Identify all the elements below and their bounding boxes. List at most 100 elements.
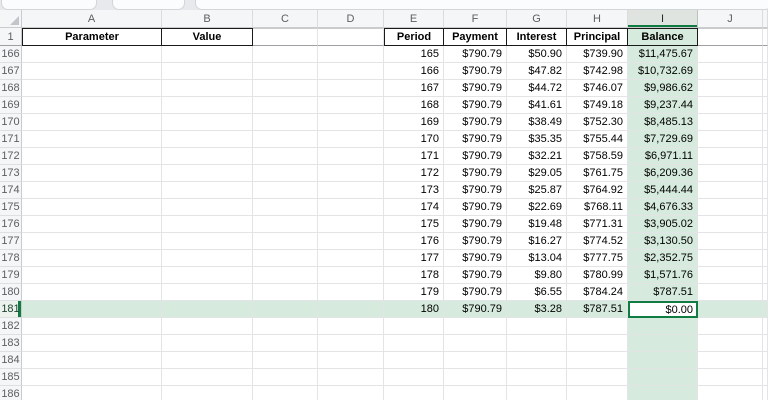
cell-J170[interactable] — [698, 114, 763, 131]
cell-C179[interactable] — [253, 267, 318, 284]
cell-F183[interactable] — [444, 335, 507, 352]
cell-I184[interactable] — [628, 352, 698, 369]
cell-H175[interactable]: $768.11 — [567, 199, 628, 216]
cell-I174[interactable]: $5,444.44 — [628, 182, 698, 199]
cell-H168[interactable]: $746.07 — [567, 80, 628, 97]
cell-I180[interactable]: $787.51 — [628, 284, 698, 301]
row-header-169[interactable]: 169 — [0, 97, 22, 114]
cell-H179[interactable]: $780.99 — [567, 267, 628, 284]
row-header-183[interactable]: 183 — [0, 335, 22, 352]
cell-E179[interactable]: 178 — [384, 267, 444, 284]
row-header-173[interactable]: 173 — [0, 165, 22, 182]
cell-D170[interactable] — [318, 114, 384, 131]
cell-H1[interactable]: Principal — [567, 28, 628, 46]
cell-F1[interactable]: Payment — [444, 28, 507, 46]
cell-D186[interactable] — [318, 386, 384, 400]
cell-A178[interactable] — [22, 250, 162, 267]
cell-K173[interactable] — [763, 165, 768, 182]
row-header-168[interactable]: 168 — [0, 80, 22, 97]
cell-I177[interactable]: $3,130.50 — [628, 233, 698, 250]
cell-E177[interactable]: 176 — [384, 233, 444, 250]
cell-A173[interactable] — [22, 165, 162, 182]
cell-A180[interactable] — [22, 284, 162, 301]
cell-D185[interactable] — [318, 369, 384, 386]
cell-K174[interactable] — [763, 182, 768, 199]
cell-D167[interactable] — [318, 63, 384, 80]
cell-F169[interactable]: $790.79 — [444, 97, 507, 114]
cell-F173[interactable]: $790.79 — [444, 165, 507, 182]
cell-I185[interactable] — [628, 369, 698, 386]
cell-G172[interactable]: $32.21 — [507, 148, 567, 165]
cell-D172[interactable] — [318, 148, 384, 165]
cell-D174[interactable] — [318, 182, 384, 199]
column-header-D[interactable]: D — [318, 10, 384, 28]
cell-I182[interactable] — [628, 318, 698, 335]
column-header-B[interactable]: B — [162, 10, 253, 28]
cell-A168[interactable] — [22, 80, 162, 97]
cell-H176[interactable]: $771.31 — [567, 216, 628, 233]
cell-G185[interactable] — [507, 369, 567, 386]
cell-A172[interactable] — [22, 148, 162, 165]
cell-K167[interactable] — [763, 63, 768, 80]
cell-H169[interactable]: $749.18 — [567, 97, 628, 114]
row-header-181[interactable]: 181 — [0, 301, 22, 318]
cell-B168[interactable] — [162, 80, 253, 97]
cell-A179[interactable] — [22, 267, 162, 284]
cell-I167[interactable]: $10,732.69 — [628, 63, 698, 80]
cell-J169[interactable] — [698, 97, 763, 114]
cell-G166[interactable]: $50.90 — [507, 46, 567, 63]
cell-K175[interactable] — [763, 199, 768, 216]
column-header-H[interactable]: H — [567, 10, 628, 28]
cell-E183[interactable] — [384, 335, 444, 352]
cell-E1[interactable]: Period — [384, 28, 444, 46]
cell-E170[interactable]: 169 — [384, 114, 444, 131]
cell-G183[interactable] — [507, 335, 567, 352]
column-header-G[interactable]: G — [507, 10, 567, 28]
cell-H167[interactable]: $742.98 — [567, 63, 628, 80]
row-header-180[interactable]: 180 — [0, 284, 22, 301]
cell-K171[interactable] — [763, 131, 768, 148]
cell-J182[interactable] — [698, 318, 763, 335]
cell-F184[interactable] — [444, 352, 507, 369]
cell-A174[interactable] — [22, 182, 162, 199]
cell-J171[interactable] — [698, 131, 763, 148]
cell-B172[interactable] — [162, 148, 253, 165]
cell-K172[interactable] — [763, 148, 768, 165]
cell-A184[interactable] — [22, 352, 162, 369]
cell-A182[interactable] — [22, 318, 162, 335]
cell-K186[interactable] — [763, 386, 768, 400]
cell-C181[interactable] — [253, 301, 318, 318]
cell-G177[interactable]: $16.27 — [507, 233, 567, 250]
cell-C176[interactable] — [253, 216, 318, 233]
cell-C180[interactable] — [253, 284, 318, 301]
cell-B175[interactable] — [162, 199, 253, 216]
cell-H181[interactable]: $787.51 — [567, 301, 628, 318]
cell-G170[interactable]: $38.49 — [507, 114, 567, 131]
cell-D175[interactable] — [318, 199, 384, 216]
row-header-186[interactable]: 186 — [0, 386, 22, 400]
cell-F178[interactable]: $790.79 — [444, 250, 507, 267]
cell-F181[interactable]: $790.79 — [444, 301, 507, 318]
cell-I170[interactable]: $8,485.13 — [628, 114, 698, 131]
cell-B166[interactable] — [162, 46, 253, 63]
cell-H185[interactable] — [567, 369, 628, 386]
column-header-J[interactable]: J — [698, 10, 763, 28]
row-header-184[interactable]: 184 — [0, 352, 22, 369]
cell-K185[interactable] — [763, 369, 768, 386]
cell-G176[interactable]: $19.48 — [507, 216, 567, 233]
cell-K166[interactable] — [763, 46, 768, 63]
formula-bar-edge[interactable] — [195, 0, 768, 10]
cell-D183[interactable] — [318, 335, 384, 352]
cell-A186[interactable] — [22, 386, 162, 400]
row-header-179[interactable]: 179 — [0, 267, 22, 284]
cell-I175[interactable]: $4,676.33 — [628, 199, 698, 216]
select-all-button[interactable] — [0, 10, 22, 28]
cell-J177[interactable] — [698, 233, 763, 250]
cell-F166[interactable]: $790.79 — [444, 46, 507, 63]
row-header-166[interactable]: 166 — [0, 46, 22, 63]
cell-H173[interactable]: $761.75 — [567, 165, 628, 182]
cell-F167[interactable]: $790.79 — [444, 63, 507, 80]
cell-B169[interactable] — [162, 97, 253, 114]
cell-I171[interactable]: $7,729.69 — [628, 131, 698, 148]
cell-H180[interactable]: $784.24 — [567, 284, 628, 301]
